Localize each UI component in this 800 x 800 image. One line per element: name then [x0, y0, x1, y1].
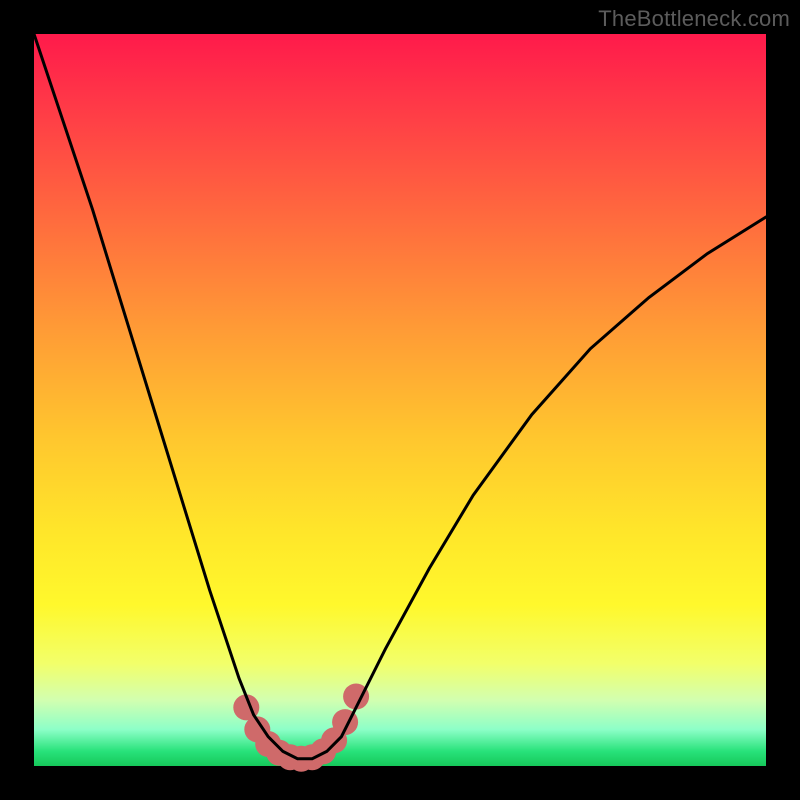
plot-area	[34, 34, 766, 766]
bottleneck-curve	[34, 34, 766, 759]
watermark-text: TheBottleneck.com	[598, 6, 790, 32]
chart-frame: TheBottleneck.com	[0, 0, 800, 800]
curve-svg	[34, 34, 766, 766]
